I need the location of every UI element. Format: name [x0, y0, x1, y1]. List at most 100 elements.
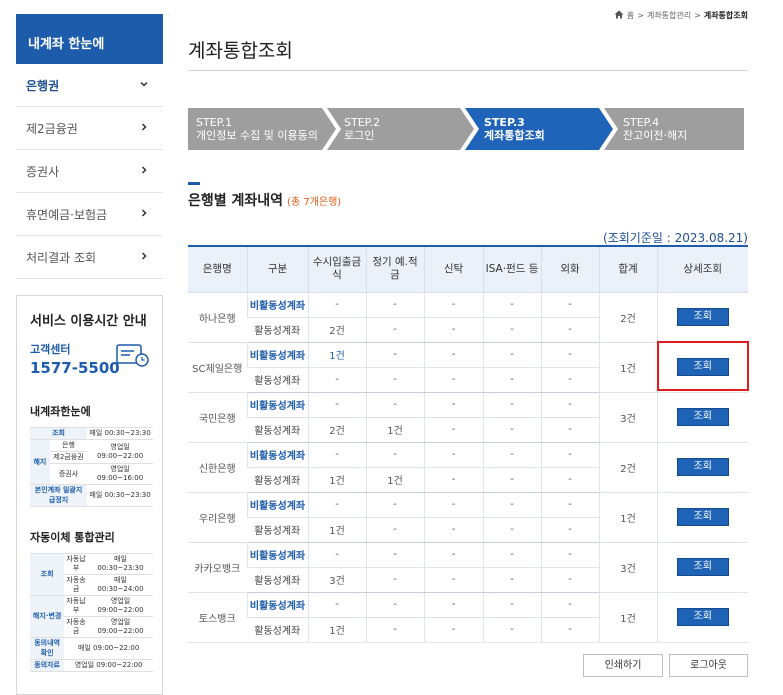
step-label: 로그인 [344, 129, 375, 142]
sidebar-item-dormant-deposits[interactable]: 휴면예금·보험금 [16, 193, 163, 236]
account-count-cell: - [423, 567, 483, 593]
account-count-cell: - [423, 342, 483, 368]
account-type-active: 활동성계좌 [247, 367, 308, 393]
hours-category: 동의자료 [30, 658, 65, 672]
account-count-cell: - [307, 592, 366, 618]
sidebar-item-label: 휴면예금·보험금 [26, 207, 108, 222]
view-detail-button[interactable]: 조회 [676, 508, 729, 526]
table-row: 토스뱅크 비활동성계좌 - - - - -1건 조회 [188, 592, 748, 643]
account-count-cell: - [365, 492, 424, 518]
account-count-cell: - [423, 542, 483, 568]
hours-time: 매일 00:30~23:30 [87, 426, 153, 441]
hours-time: 매일 00:30~23:30 [87, 552, 153, 575]
account-count-cell: - [540, 517, 599, 543]
detail-cell: 조회 [656, 392, 748, 443]
step-number: STEP.4 [623, 116, 660, 129]
sidebar-item-label: 처리결과 조회 [26, 250, 97, 265]
hours-time: 영업일 09:00~22:00 [87, 595, 153, 618]
hours-row: 동의자료 영업일 09:00~22:00 [30, 658, 153, 672]
section-accent [188, 182, 200, 185]
account-type-inactive: 비활동성계좌 [246, 492, 308, 518]
account-count-cell: - [540, 567, 599, 593]
step-label: 개인정보 수집 및 이용동의 [196, 129, 318, 142]
view-detail-button[interactable]: 조회 [676, 558, 729, 576]
table-row: 카카오뱅크 비활동성계좌 - - - - -3건 조회 [188, 542, 748, 593]
account-count-cell: - [482, 367, 541, 393]
account-count-cell: - [540, 367, 599, 393]
breadcrumb-parent[interactable]: 계좌통합관리 [647, 10, 691, 21]
account-count-cell: - [482, 442, 541, 468]
column-header: 외화 [540, 245, 599, 293]
account-count-cell: - [365, 342, 424, 368]
hours-row: 본인계좌 일괄지급정지 매일 00:30~23:30 [30, 484, 153, 507]
account-count-cell: - [482, 417, 541, 443]
sidebar-item-securities[interactable]: 증권사 [16, 150, 163, 193]
account-count-cell: - [482, 392, 541, 418]
hours-row: 조회 자동납부 매일 00:30~23:30 [30, 552, 153, 597]
account-count-cell: - [540, 467, 599, 493]
hours-time: 영업일 09:00~22:00 [87, 439, 153, 465]
hours-category: 해지 [30, 439, 50, 486]
account-count-cell: - [365, 567, 424, 593]
view-detail-button[interactable]: 조회 [676, 308, 729, 326]
account-count-cell: - [307, 542, 366, 568]
account-count-cell: - [365, 392, 424, 418]
sidebar-item-label: 증권사 [26, 164, 60, 179]
service-hours-box: 서비스 이용시간 안내 고객센터 1577-5500 내계좌한눈에 조회 매일 … [16, 295, 163, 695]
hours-time: 매일 09:00~22:00 [64, 637, 153, 660]
account-count-cell: - [423, 367, 483, 393]
chevron-right-icon [139, 250, 149, 264]
account-type-active: 활동성계좌 [247, 567, 308, 593]
print-button[interactable]: 인쇄하기 [583, 654, 663, 677]
hours-category: 동의내역 확인 [30, 637, 65, 660]
step-1: STEP.1 개인정보 수집 및 이용동의 [188, 108, 318, 150]
account-count-cell: - [482, 467, 541, 493]
account-count-cell: 1건 [365, 467, 424, 493]
detail-cell: 조회 [656, 442, 748, 493]
sidebar-item-processing-results[interactable]: 처리결과 조회 [16, 236, 163, 279]
step-4: STEP.4 잔고이전·해지 [615, 108, 687, 150]
hours-time: 영업일 09:00~22:00 [64, 658, 153, 672]
bank-total: 1건 [598, 592, 657, 643]
hours-row: 해지·변경 자동납부 영업일 09:00~22:00 [30, 595, 153, 639]
breadcrumb-home[interactable]: 홈 [627, 10, 634, 21]
sidebar-item-secondary-finance[interactable]: 제2금융권 [16, 107, 163, 150]
detail-cell: 조회 [656, 292, 748, 343]
step-2: STEP.2 로그인 [336, 108, 380, 150]
account-count-cell: - [307, 492, 366, 518]
account-count-cell: 1건 [365, 417, 424, 443]
bank-total: 1건 [598, 342, 657, 393]
bank-total: 2건 [598, 442, 657, 493]
logout-button[interactable]: 로그아웃 [669, 654, 748, 677]
account-count-cell: - [482, 617, 541, 643]
hours-subcategory: 자동납부 [64, 595, 88, 618]
account-count-cell: 2건 [307, 417, 366, 443]
view-detail-button[interactable]: 조회 [676, 408, 729, 426]
account-count-cell: - [540, 317, 599, 343]
account-count-cell: - [423, 617, 483, 643]
account-type-inactive: 비활동성계좌 [246, 592, 308, 618]
account-type-active: 활동성계좌 [247, 517, 308, 543]
view-detail-button[interactable]: 조회 [676, 458, 729, 476]
account-count-cell: - [423, 442, 483, 468]
chevron-right-icon [139, 164, 149, 178]
column-header: 신탁 [423, 245, 483, 293]
account-type-active: 활동성계좌 [247, 467, 308, 493]
sidebar-item-banks[interactable]: 은행권 [16, 64, 163, 107]
account-type-active: 활동성계좌 [247, 417, 308, 443]
table-row: 국민은행 비활동성계좌 - - - - -3건 조회 [188, 392, 748, 443]
account-count-cell: - [482, 517, 541, 543]
hours-subcategory: 자동납부 [64, 552, 88, 575]
account-count-cell: - [423, 517, 483, 543]
home-icon[interactable] [614, 10, 624, 21]
account-count-cell: - [365, 317, 424, 343]
account-count-cell: - [423, 467, 483, 493]
account-type-inactive: 비활동성계좌 [246, 342, 308, 368]
account-count-cell: - [365, 542, 424, 568]
account-type-active: 활동성계좌 [247, 317, 308, 343]
highlight-box [657, 341, 749, 391]
account-count-cell: - [540, 442, 599, 468]
account-count-cell: - [423, 317, 483, 343]
bank-total: 3건 [598, 392, 657, 443]
view-detail-button[interactable]: 조회 [676, 608, 729, 626]
